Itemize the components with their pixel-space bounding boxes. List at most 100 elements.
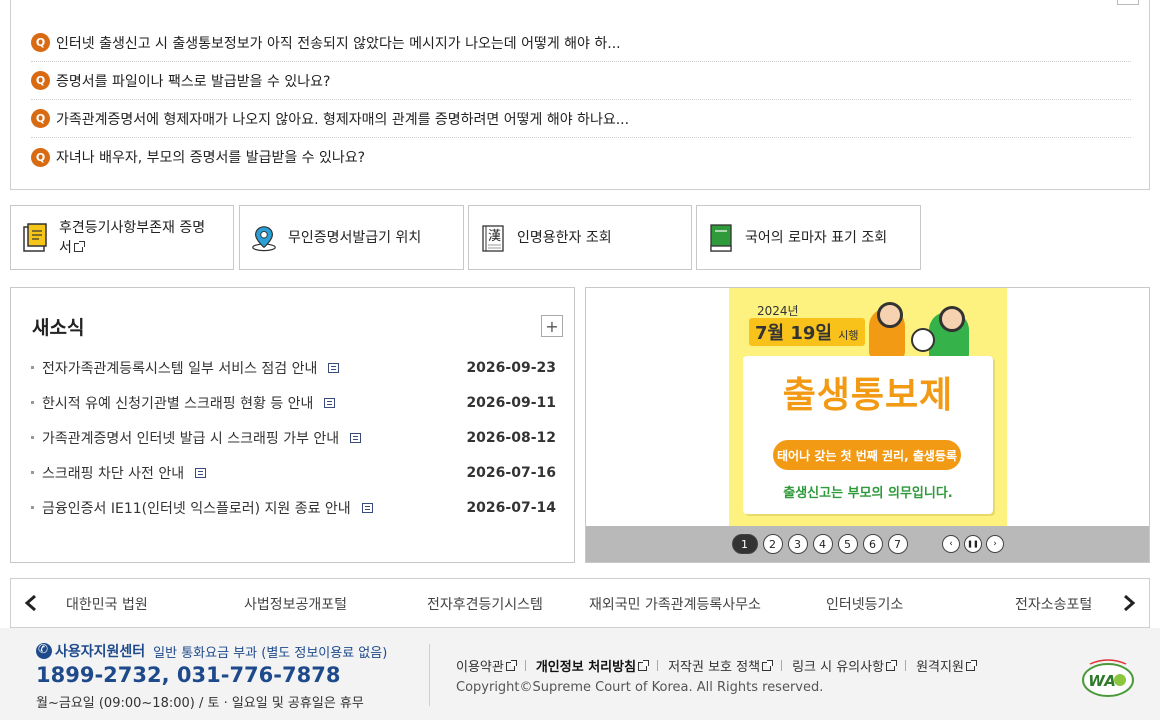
footer-separator [524,660,526,671]
bullet-icon [31,366,34,369]
banner-slide[interactable]: 2024년 7월 19일 시행 출생통보제 태어나 갖는 첫 번째 권리, 출생… [729,288,1007,526]
carousel-prev-icon[interactable]: ‹ [942,535,960,553]
location-pin-icon [250,223,278,253]
faq-panel: Q 인터넷 출생신고 시 출생통보정보가 아직 전송되지 않았다는 메시지가 나… [10,0,1150,190]
footer-separator [657,660,659,671]
bullet-icon [31,436,34,439]
footer-divider [429,644,430,706]
related-site-link[interactable]: 재외국민 가족관계등록사무소 [589,594,761,614]
related-site-link[interactable]: 대한민국 법원 [66,594,148,614]
carousel-pause-icon[interactable]: ❚❚ [964,535,982,553]
svg-text:WA: WA [1088,672,1116,690]
question-badge-icon: Q [31,147,50,167]
faq-toggle-button[interactable] [1117,0,1139,5]
news-item[interactable]: 한시적 유예 신청기관별 스크래핑 현황 등 안내 2026-09-11 [31,385,556,420]
footer: 사용자지원센터 일반 통화요금 부과 (별도 정보이용료 없음) 1899-27… [0,628,1160,720]
banner-subtitle: 출생신고는 부모의 의무입니다. [783,486,953,501]
news-item-title: 가족관계증명서 인터넷 발급 시 스크래핑 가부 안내 [42,430,340,447]
related-site-link[interactable]: 전자소송포털 [1015,594,1092,614]
certificate-doc-icon [21,222,49,253]
carousel-page-6[interactable]: 6 [862,534,883,554]
footer-link-copyright-policy[interactable]: 저작권 보호 정책 [668,656,774,675]
footer-link-terms[interactable]: 이용약관 [456,656,517,675]
chevron-right-icon[interactable] [1117,590,1141,616]
news-item[interactable]: 금융인증서 IE11(인터넷 익스플로러) 지원 종료 안내 2026-07-1… [31,490,556,525]
external-link-icon [505,660,517,671]
document-icon [324,397,336,408]
banner-title: 출생통보제 [782,375,954,416]
news-item-date: 2026-07-14 [466,499,556,516]
green-book-icon [707,223,735,253]
external-link-icon [886,660,898,671]
related-sites-bar: 대한민국 법원 사법정보공개포털 전자후견등기시스템 재외국민 가족관계등록사무… [10,578,1150,628]
news-item-date: 2026-07-16 [466,464,556,481]
carousel-page-4[interactable]: 4 [812,534,833,554]
document-icon [328,362,340,373]
footer-separator [781,660,783,671]
quick-link-guardianship-certificate[interactable]: 후견등기사항부존재 증명 서 [10,205,234,270]
news-item[interactable]: 가족관계증명서 인터넷 발급 시 스크래핑 가부 안내 2026-08-12 [31,420,556,455]
footer-links: 이용약관 개인정보 처리방침 저작권 보호 정책 링크 시 유의사항 원격지원 [456,656,977,675]
faq-list: Q 인터넷 출생신고 시 출생통보정보가 아직 전송되지 않았다는 메시지가 나… [31,24,1131,176]
support-center-title: 사용자지원센터 [55,644,146,660]
quick-link-label: 무인증명서발급기 위치 [288,229,422,246]
quick-link-label: 인명용한자 조회 [517,229,612,246]
footer-link-privacy[interactable]: 개인정보 처리방침 [536,656,650,675]
document-icon [350,432,362,443]
hanja-book-icon: 漢 [479,223,507,253]
news-item-date: 2026-08-12 [466,429,556,446]
news-item-title: 스크래핑 차단 사전 안내 [42,465,185,482]
external-link-icon [638,660,650,671]
support-center-header: 사용자지원센터 일반 통화요금 부과 (별도 정보이용료 없음) [36,641,387,661]
chevron-left-icon[interactable] [19,590,43,616]
question-badge-icon: Q [31,71,50,90]
carousel-page-1[interactable]: 1 [731,534,758,554]
bullet-icon [31,471,34,474]
faq-question: 자녀나 배우자, 부모의 증명서를 발급받을 수 있나요? [56,150,366,166]
footer-link-remote-support[interactable]: 원격지원 [916,656,977,675]
carousel-next-icon[interactable]: › [986,535,1004,553]
external-link-icon [73,240,85,252]
related-site-link[interactable]: 사법정보공개포털 [244,594,347,614]
faq-item[interactable]: Q 증명서를 파일이나 팩스로 발급받을 수 있나요? [31,62,1131,100]
banner-year: 2024년 [757,304,799,318]
quick-link-romanization[interactable]: 국어의 로마자 표기 조회 [696,205,921,270]
news-title: 새소식 [32,317,85,339]
carousel-page-5[interactable]: 5 [837,534,858,554]
external-link-icon [762,660,774,671]
faq-item[interactable]: Q 자녀나 배우자, 부모의 증명서를 발급받을 수 있나요? [31,138,1131,176]
banner-carousel: 2024년 7월 19일 시행 출생통보제 태어나 갖는 첫 번째 권리, 출생… [585,287,1150,563]
quick-link-kiosk-location[interactable]: 무인증명서발급기 위치 [239,205,464,270]
faq-question: 증명서를 파일이나 팩스로 발급받을 수 있나요? [56,73,331,90]
news-list: 전자가족관계등록시스템 일부 서비스 점검 안내 2026-09-23 한시적 … [31,350,556,525]
news-panel: 새소식 + 전자가족관계등록시스템 일부 서비스 점검 안내 2026-09-2… [10,287,575,563]
news-item-date: 2026-09-23 [466,359,556,376]
news-item[interactable]: 스크래핑 차단 사전 안내 2026-07-16 [31,455,556,490]
banner-date: 7월 19일 시행 [749,318,865,346]
faq-question: 인터넷 출생신고 시 출생통보정보가 아직 전송되지 않았다는 메시지가 나오는… [56,35,621,52]
quick-link-hanja-search[interactable]: 漢 인명용한자 조회 [468,205,692,270]
related-site-link[interactable]: 인터넷등기소 [826,594,903,614]
news-item[interactable]: 전자가족관계등록시스템 일부 서비스 점검 안내 2026-09-23 [31,350,556,385]
faq-item[interactable]: Q 가족관계증명서에 형제자매가 나오지 않아요. 형제자매의 관계를 증명하려… [31,100,1131,138]
news-more-button[interactable]: + [541,315,563,337]
news-item-date: 2026-09-11 [466,394,556,411]
carousel-page-3[interactable]: 3 [787,534,808,554]
parent-illustration-icon [869,302,905,358]
footer-link-linking-notice[interactable]: 링크 시 유의사항 [792,656,898,675]
support-center-note: 일반 통화요금 부과 (별도 정보이용료 없음) [153,645,388,661]
carousel-page-2[interactable]: 2 [762,534,783,554]
copyright-text: Copyright©Supreme Court of Korea. All Ri… [456,680,824,695]
baby-illustration-icon [911,328,935,352]
question-badge-icon: Q [31,33,50,52]
carousel-controls: 1 2 3 4 5 6 7 ‹ ❚❚ › [586,526,1149,562]
news-item-title: 금융인증서 IE11(인터넷 익스플로러) 지원 종료 안내 [42,500,351,517]
carousel-page-7[interactable]: 7 [887,534,908,554]
news-item-title: 한시적 유예 신청기관별 스크래핑 현황 등 안내 [42,395,314,412]
support-phone-number: 1899-2732, 031-776-7878 [36,663,341,687]
related-site-link[interactable]: 전자후견등기시스템 [427,594,543,614]
support-hours: 월~금요일 (09:00~18:00) / 토 · 일요일 및 공휴일은 휴무 [36,696,364,711]
document-icon [195,467,207,478]
faq-item[interactable]: Q 인터넷 출생신고 시 출생통보정보가 아직 전송되지 않았다는 메시지가 나… [31,24,1131,62]
faq-question: 가족관계증명서에 형제자매가 나오지 않아요. 형제자매의 관계를 증명하려면 … [56,111,630,128]
